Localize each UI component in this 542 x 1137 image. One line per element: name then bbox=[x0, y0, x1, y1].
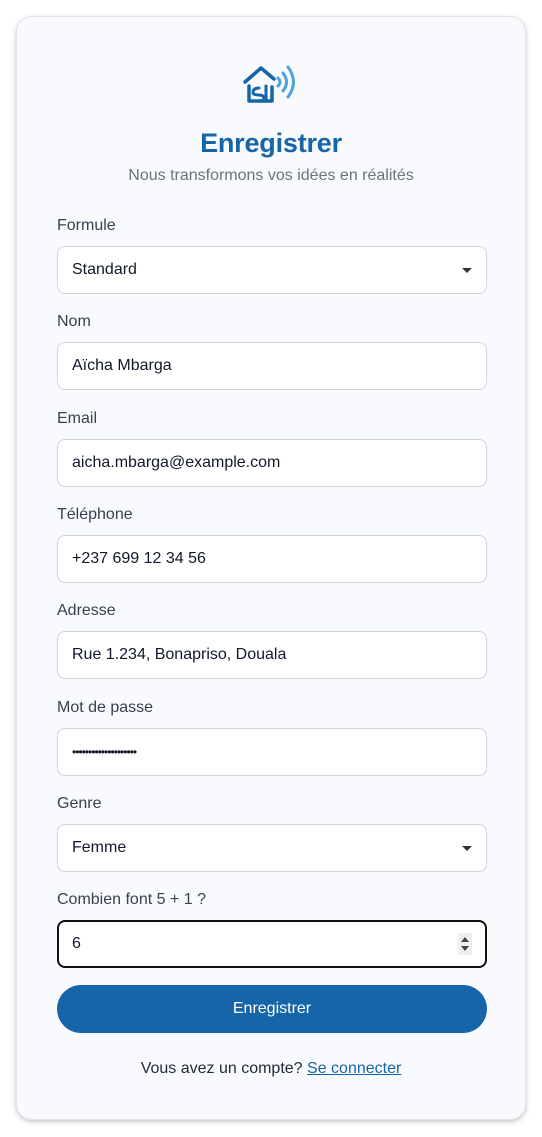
register-button[interactable]: Enregistrer bbox=[57, 985, 487, 1033]
captcha-input[interactable]: 6 bbox=[57, 920, 487, 968]
genre-selected-value: Femme bbox=[72, 839, 127, 856]
telephone-input[interactable]: +237 699 12 34 56 bbox=[57, 535, 487, 583]
smart-home-icon bbox=[242, 61, 302, 105]
formule-select[interactable]: Standard bbox=[57, 246, 487, 294]
email-label: Email bbox=[57, 410, 98, 427]
telephone-label: Téléphone bbox=[57, 506, 133, 523]
chevron-down-icon bbox=[462, 268, 472, 273]
login-link[interactable]: Se connecter bbox=[307, 1060, 401, 1077]
login-prompt: Vous avez un compte? Se connecter bbox=[17, 1059, 525, 1079]
decrement-arrow-icon[interactable] bbox=[461, 946, 469, 951]
number-stepper[interactable] bbox=[458, 933, 472, 955]
page-title: Enregistrer bbox=[200, 128, 342, 158]
genre-label: Genre bbox=[57, 795, 102, 812]
password-label: Mot de passe bbox=[57, 699, 154, 716]
adresse-input[interactable]: Rue 1.234, Bonapriso, Douala bbox=[57, 631, 487, 679]
genre-select[interactable]: Femme bbox=[57, 824, 487, 872]
formule-label: Formule bbox=[57, 217, 116, 234]
register-card: Enregistrer Nous transformons vos idées … bbox=[16, 16, 526, 1120]
formule-selected-value: Standard bbox=[72, 261, 137, 278]
adresse-label: Adresse bbox=[57, 602, 116, 619]
chevron-down-icon bbox=[462, 846, 472, 851]
login-prompt-text: Vous avez un compte? bbox=[140, 1060, 303, 1077]
email-input[interactable]: aicha.mbarga@example.com bbox=[57, 439, 487, 487]
increment-arrow-icon[interactable] bbox=[461, 937, 469, 942]
captcha-value: 6 bbox=[72, 935, 81, 952]
nom-input[interactable]: Aïcha Mbarga bbox=[57, 342, 487, 390]
captcha-label: Combien font 5 + 1 ? bbox=[57, 891, 206, 908]
nom-label: Nom bbox=[57, 313, 91, 330]
page-subtitle: Nous transformons vos idées en réalités bbox=[128, 167, 414, 184]
password-input[interactable]: •••••••••••••••••••• bbox=[57, 728, 487, 776]
